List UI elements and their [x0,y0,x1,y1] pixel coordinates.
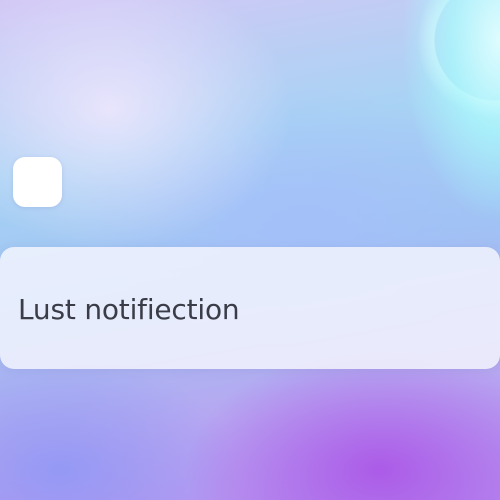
notification-text: Lust notifiection [18,293,240,326]
app-icon[interactable] [13,157,62,207]
